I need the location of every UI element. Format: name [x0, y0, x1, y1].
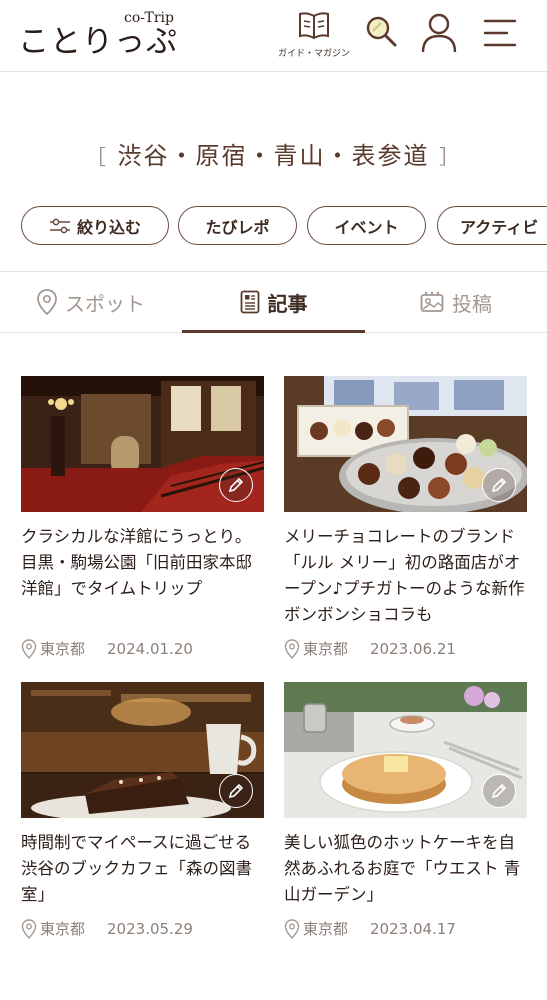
article-meta: 東京都 2024.01.20 — [21, 638, 193, 659]
menu-button[interactable] — [482, 16, 518, 54]
article-location: 東京都 — [40, 640, 86, 658]
area-title: ［ 渋谷・原宿・青山・表参道 ］ — [0, 136, 547, 171]
filter-chip-tabirepo[interactable]: たびレポ — [178, 206, 297, 245]
tab-article[interactable]: 記事 — [182, 272, 365, 333]
pencil-icon — [227, 476, 245, 494]
article-thumbnail-book-cafe[interactable] — [21, 682, 264, 818]
guide-magazine-button[interactable]: ガイド・マガジン — [274, 10, 354, 59]
article-meta: 東京都 2023.05.29 — [21, 918, 193, 939]
pencil-badge — [482, 774, 516, 808]
article-location: 東京都 — [303, 640, 349, 658]
pencil-icon — [490, 476, 508, 494]
location-pin-icon — [284, 918, 300, 939]
pencil-badge — [219, 774, 253, 808]
area-title-open-bracket: ［ — [85, 145, 108, 169]
content-tabs: スポット 記事 投稿 — [0, 271, 547, 333]
location-pin-icon — [284, 638, 300, 659]
site-header: ことりっぷ co-Trip ガイド・マガジン — [0, 0, 547, 72]
article-icon — [240, 290, 260, 314]
filter-chip-narrow-down[interactable]: 絞り込む — [21, 206, 169, 245]
tab-label: スポット — [65, 291, 145, 316]
article-thumbnail-chocolates[interactable] — [284, 376, 527, 512]
tab-label: 投稿 — [452, 291, 492, 316]
article-location: 東京都 — [303, 920, 349, 938]
tab-post[interactable]: 投稿 — [365, 272, 547, 332]
logo-subtext: co-Trip — [124, 10, 174, 26]
location-pin-icon — [21, 638, 37, 659]
map-pin-icon — [37, 289, 57, 315]
photo-post-icon — [420, 291, 444, 313]
article-title[interactable]: 時間制でマイペースに過ごせる渋谷のブックカフェ「森の図書室」 — [21, 830, 267, 908]
user-account-button[interactable] — [420, 12, 458, 58]
filter-chip-event[interactable]: イベント — [307, 206, 426, 245]
hamburger-menu-icon — [482, 16, 518, 54]
filter-sliders-icon — [49, 218, 71, 234]
article-date: 2023.04.17 — [370, 919, 456, 938]
tab-label: 記事 — [267, 291, 308, 316]
tab-spot[interactable]: スポット — [0, 272, 182, 332]
article-meta: 東京都 2023.04.17 — [284, 918, 456, 939]
article-title[interactable]: 美しい狐色のホットケーキを自然あふれるお庭で「ウエスト 青山ガーデン」 — [284, 830, 530, 908]
article-thumbnail-mansion-staircase[interactable] — [21, 376, 264, 512]
article-title[interactable]: メリーチョコレートのブランド「ルル メリー」初の路面店がオープン♪プチガトーのよ… — [284, 524, 530, 628]
article-date: 2024.01.20 — [107, 639, 193, 658]
article-date: 2023.06.21 — [370, 639, 456, 658]
article-date: 2023.05.29 — [107, 919, 193, 938]
filter-chip-row: 絞り込む たびレポ イベント アクティビ — [0, 206, 547, 246]
pencil-badge — [482, 468, 516, 502]
user-icon — [420, 12, 458, 58]
article-location: 東京都 — [40, 920, 86, 938]
search-button[interactable] — [364, 14, 398, 52]
article-meta: 東京都 2023.06.21 — [284, 638, 456, 659]
chip-label: たびレポ — [205, 217, 270, 237]
chip-label: 絞り込む — [76, 217, 141, 237]
article-thumbnail-hotcake[interactable] — [284, 682, 527, 818]
guide-magazine-label: ガイド・マガジン — [277, 49, 350, 59]
filter-chip-activity[interactable]: アクティビ — [437, 206, 547, 245]
pencil-icon — [490, 782, 508, 800]
location-pin-icon — [21, 918, 37, 939]
chip-label: イベント — [334, 217, 399, 237]
article-title[interactable]: クラシカルな洋館にうっとり。目黒・駒場公園「旧前田家本邸洋館」でタイムトリップ — [21, 524, 267, 602]
area-title-close-bracket: ］ — [439, 145, 462, 169]
pencil-icon — [227, 782, 245, 800]
pencil-badge — [219, 468, 253, 502]
book-icon — [298, 10, 330, 44]
search-icon — [364, 14, 398, 52]
chip-label: アクティビ — [460, 217, 539, 237]
area-title-text: 渋谷・原宿・青山・表参道 — [117, 142, 430, 170]
active-tab-indicator — [182, 330, 365, 333]
